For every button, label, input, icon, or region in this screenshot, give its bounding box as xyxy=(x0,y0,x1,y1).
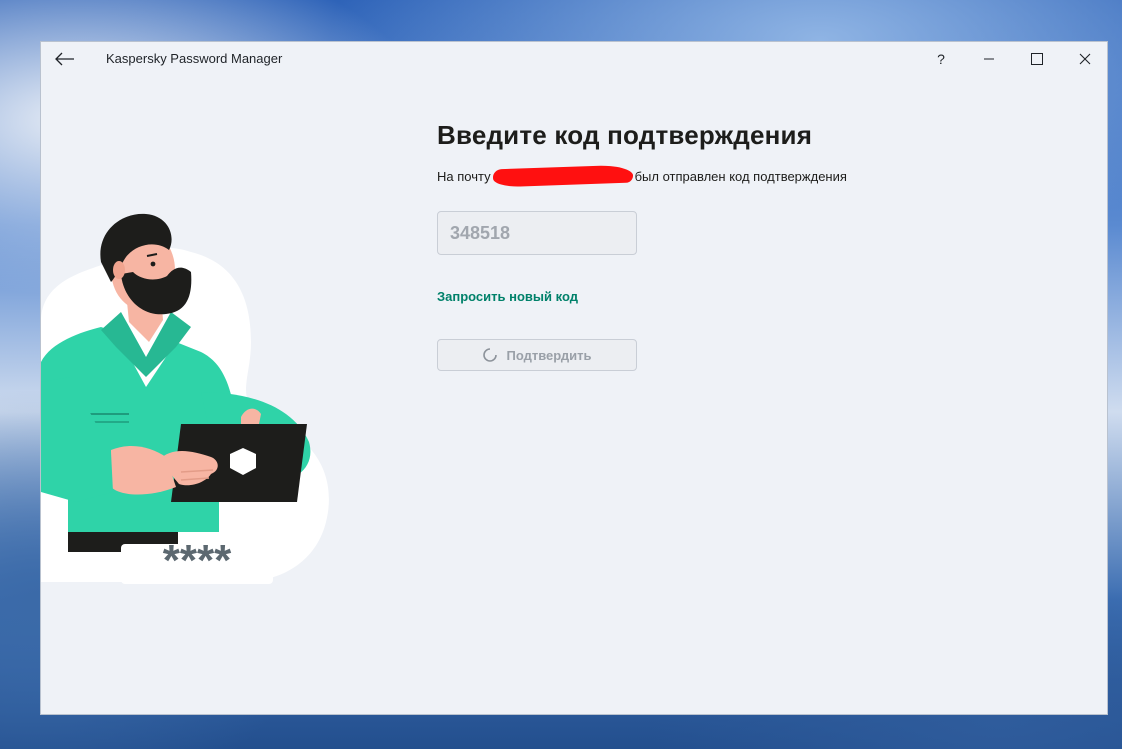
arrow-left-icon xyxy=(55,52,74,66)
back-button[interactable] xyxy=(51,48,79,70)
confirm-button-label: Подтвердить xyxy=(506,347,592,363)
verification-form: Введите код подтверждения На почту был о… xyxy=(437,120,1057,371)
verification-code-input[interactable] xyxy=(437,211,637,255)
password-mask-text: **** xyxy=(163,536,232,585)
email-sent-message: На почту был отправлен код подтверждения xyxy=(437,164,1057,188)
app-title: Kaspersky Password Manager xyxy=(106,51,283,66)
redacted-email xyxy=(492,164,633,188)
page-title: Введите код подтверждения xyxy=(437,120,813,150)
title-bar: Kaspersky Password Manager ? xyxy=(41,42,1107,76)
close-button[interactable] xyxy=(1065,46,1105,72)
maximize-button[interactable] xyxy=(1017,46,1057,72)
resend-code-link[interactable]: Запросить новый код xyxy=(437,289,578,304)
confirm-button[interactable]: Подтвердить xyxy=(437,339,637,371)
close-icon xyxy=(1079,53,1091,65)
maximize-icon xyxy=(1031,53,1043,65)
minimize-button[interactable] xyxy=(969,46,1009,72)
message-prefix: На почту xyxy=(437,168,491,184)
user-with-tablet-illustration: **** xyxy=(41,213,329,585)
loading-spinner-icon xyxy=(482,347,498,363)
help-button[interactable]: ? xyxy=(921,46,961,72)
minimize-icon xyxy=(984,58,994,60)
help-icon: ? xyxy=(937,51,945,67)
message-suffix: был отправлен код подтверждения xyxy=(634,168,847,184)
app-window: Kaspersky Password Manager ? **** Введит… xyxy=(40,41,1108,715)
